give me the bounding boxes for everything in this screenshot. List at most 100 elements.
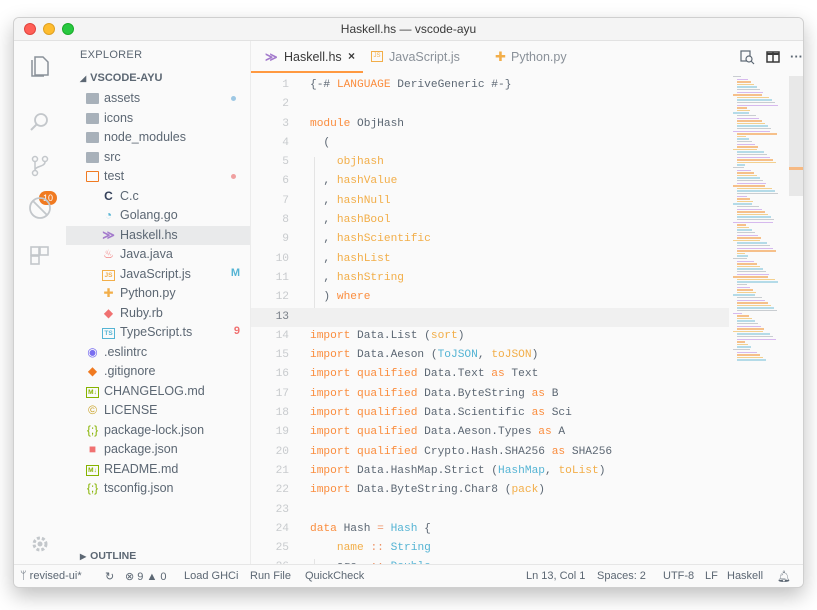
- close-tab-icon[interactable]: ×: [348, 49, 355, 63]
- tree-item[interactable]: ◆ Ruby.rb: [66, 304, 250, 324]
- encoding-setting[interactable]: UTF-8: [663, 570, 694, 582]
- tree-item[interactable]: C C.c: [66, 187, 250, 207]
- folder-icon: [86, 93, 99, 104]
- tree-item-label: Python.py: [120, 286, 176, 300]
- folder-icon: [86, 151, 99, 163]
- code-line[interactable]: 4 (: [251, 134, 729, 153]
- md-icon: M↓: [86, 464, 99, 476]
- debug-icon[interactable]: [27, 195, 53, 221]
- code-line[interactable]: 21 import Data.HashMap.Strict (HashMap, t…: [251, 462, 729, 481]
- notifications-bell-icon[interactable]: 🔔︎: [777, 570, 791, 583]
- code-line[interactable]: 20 import qualified Crypto.Hash.SHA256 as…: [251, 443, 729, 462]
- code-line[interactable]: 19 import qualified Data.Aeson.Types as A: [251, 423, 729, 442]
- minimap-line: [733, 185, 765, 187]
- problems-status[interactable]: ⊗ 9 ▲ 0: [125, 570, 167, 583]
- tree-item[interactable]: {;} package-lock.json: [66, 421, 250, 441]
- js-icon: JS: [102, 269, 115, 281]
- code-line[interactable]: 10 , hashList: [251, 250, 729, 269]
- tree-item[interactable]: ♨ Java.java: [66, 245, 250, 265]
- code-line[interactable]: 7 , hashNull: [251, 192, 729, 211]
- code-line[interactable]: 18 import qualified Data.Scientific as Sc…: [251, 404, 729, 423]
- tree-item[interactable]: ◆ .gitignore: [66, 362, 250, 382]
- explorer-icon[interactable]: [27, 53, 53, 79]
- search-icon[interactable]: [27, 109, 53, 135]
- tree-item[interactable]: {;} tsconfig.json: [66, 479, 250, 499]
- quickcheck-button[interactable]: QuickCheck: [305, 570, 364, 582]
- language-mode[interactable]: Haskell: [727, 570, 763, 582]
- extensions-icon[interactable]: [27, 241, 53, 267]
- workspace-root[interactable]: ◢ VSCODE-AYU: [80, 72, 163, 84]
- tree-item[interactable]: node_modules: [66, 128, 250, 148]
- minimap-line: [737, 180, 763, 182]
- tree-item[interactable]: ◉ .eslintrc: [66, 343, 250, 363]
- code-line[interactable]: 25 name :: String: [251, 539, 729, 558]
- minimap-line: [737, 89, 760, 91]
- minimap-line: [737, 216, 771, 218]
- sync-icon[interactable]: ↻: [105, 570, 114, 583]
- tree-item-label: Golang.go: [120, 208, 178, 222]
- indentation-setting[interactable]: Spaces: 2: [597, 570, 646, 582]
- code-line[interactable]: 8 , hashBool: [251, 211, 729, 230]
- minimap-line: [737, 141, 752, 143]
- tree-item[interactable]: ■ package.json: [66, 440, 250, 460]
- code-line[interactable]: 3 module ObjHash: [251, 115, 729, 134]
- code-line[interactable]: 6 , hashValue: [251, 172, 729, 191]
- outline-section[interactable]: ▶ OUTLINE: [80, 550, 136, 562]
- more-actions-icon[interactable]: ···: [790, 49, 803, 64]
- run-file-button[interactable]: Run File: [250, 570, 291, 582]
- settings-gear-icon[interactable]: [27, 531, 53, 557]
- code-line[interactable]: 1 {-# LANGUAGE DeriveGeneric #-}: [251, 76, 729, 95]
- eol-setting[interactable]: LF: [705, 570, 718, 582]
- minimap-line: [733, 330, 763, 333]
- load-ghci-button[interactable]: Load GHCi: [184, 570, 238, 582]
- tree-item-label: README.md: [104, 461, 179, 476]
- haskell-icon: ≫: [102, 227, 115, 242]
- folder-icon: [86, 112, 99, 124]
- code-line[interactable]: 23: [251, 501, 729, 520]
- minimap-line: [737, 325, 761, 327]
- code-line[interactable]: 9 , hashScientific: [251, 230, 729, 249]
- tree-item[interactable]: assets: [66, 89, 250, 109]
- code-text: {-# LANGUAGE DeriveGeneric #-}: [310, 79, 512, 91]
- code-line[interactable]: 14 import Data.List (sort): [251, 327, 729, 346]
- tree-item[interactable]: ✚ Python.py: [66, 284, 250, 304]
- code-line[interactable]: 13: [251, 307, 729, 327]
- split-editor-icon[interactable]: [765, 49, 781, 65]
- tab-label: JavaScript.js: [389, 50, 460, 64]
- branch-status[interactable]: ᛘ revised-ui*: [20, 570, 82, 582]
- tab-haskell[interactable]: ≫ Haskell.hs ×: [251, 41, 363, 73]
- tree-item[interactable]: icons: [66, 109, 250, 129]
- code-line[interactable]: 24 data Hash = Hash {: [251, 520, 729, 539]
- scrollbar-thumb[interactable]: [789, 76, 803, 196]
- cursor-position[interactable]: Ln 13, Col 1: [526, 570, 585, 582]
- code-line[interactable]: 16 import qualified Data.Text as Text: [251, 365, 729, 384]
- minimap-line: [737, 146, 758, 148]
- code-line[interactable]: 17 import qualified Data.ByteString as B: [251, 385, 729, 404]
- line-number: 17: [275, 387, 289, 400]
- source-control-icon[interactable]: [27, 153, 53, 179]
- line-number: 13: [275, 310, 289, 323]
- minimap[interactable]: [731, 76, 789, 564]
- tree-item[interactable]: src: [66, 148, 250, 168]
- tab-javascript[interactable]: JS JavaScript.js: [363, 41, 481, 73]
- tree-item[interactable]: ≫ Haskell.hs: [66, 225, 250, 245]
- code-line[interactable]: 11 , hashString: [251, 269, 729, 288]
- tree-item[interactable]: M↓ README.md: [66, 460, 250, 480]
- code-line[interactable]: 12 ) where: [251, 288, 729, 307]
- tree-item[interactable]: JS JavaScript.js M: [66, 265, 250, 285]
- code-line[interactable]: 5 objhash: [251, 153, 729, 172]
- open-changes-icon[interactable]: [739, 49, 755, 65]
- tab-python[interactable]: ✚ Python.py: [481, 41, 591, 73]
- code-text: , hashScientific: [310, 233, 431, 246]
- tree-item[interactable]: test: [66, 167, 250, 187]
- minimap-line: [737, 271, 766, 273]
- tree-item[interactable]: M↓ CHANGELOG.md: [66, 382, 250, 402]
- code-line[interactable]: 15 import Data.Aeson (ToJSON, toJSON): [251, 346, 729, 365]
- minimap-line: [737, 78, 748, 80]
- tree-item[interactable]: TS TypeScript.ts 9: [66, 323, 250, 343]
- code-line[interactable]: 22 import Data.ByteString.Char8 (pack): [251, 481, 729, 500]
- tree-item[interactable]: ◔ Golang.go: [66, 206, 250, 226]
- code-editor[interactable]: 1 {-# LANGUAGE DeriveGeneric #-} 2 3 module …: [251, 76, 729, 564]
- code-line[interactable]: 2: [251, 95, 729, 114]
- tree-item[interactable]: © LICENSE: [66, 401, 250, 421]
